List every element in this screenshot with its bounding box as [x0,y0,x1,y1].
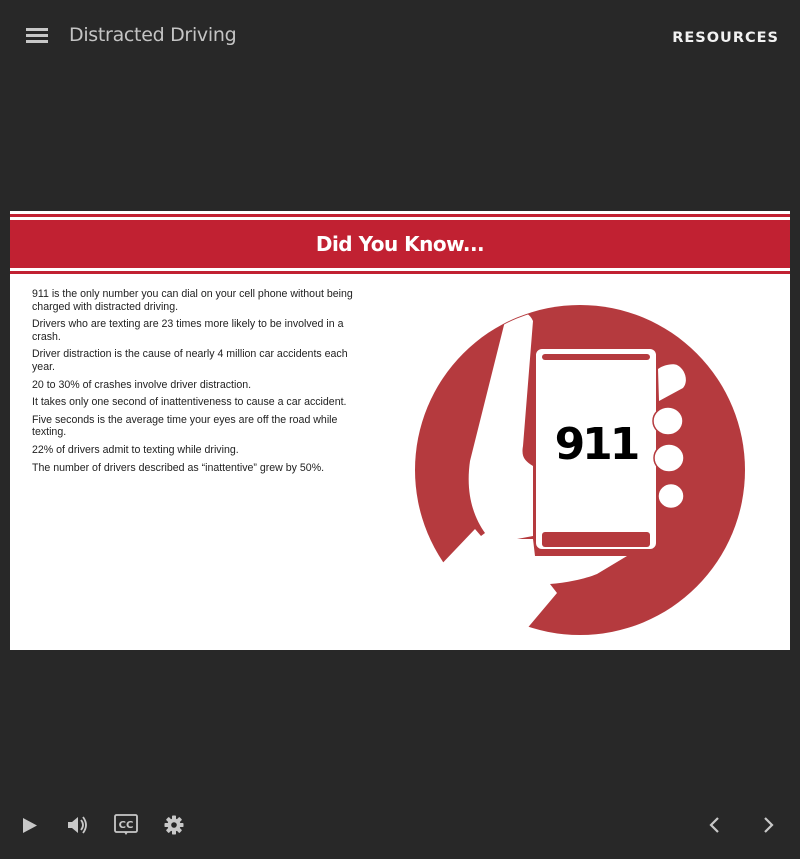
phone-top-bar [542,354,650,360]
fact-item: Driver distraction is the cause of nearl… [32,348,348,373]
fact-item: The number of drivers described as “inat… [32,461,325,474]
fact-item: 22% of drivers admit to texting while dr… [32,443,239,456]
fact-item: Drivers who are texting are 23 times mor… [32,318,344,343]
fact-item: 20 to 30% of crashes involve driver dist… [32,378,252,391]
finger [657,482,685,510]
fact-item: It takes only one second of inattentiven… [32,396,347,409]
fact-item: 911 is the only number you can dial on y… [32,288,353,313]
chevron-left-icon[interactable] [707,816,721,834]
finger [653,443,685,473]
gear-icon[interactable] [164,815,184,835]
hamburger-menu-icon[interactable] [26,28,48,46]
phone-bottom-bar [542,532,650,547]
resources-button[interactable]: RESOURCES [672,30,779,46]
volume-icon[interactable] [67,815,89,835]
player-controls: CC [0,800,800,850]
cc-label: CC [119,820,134,831]
banner-stripe-top [10,214,790,217]
play-icon[interactable] [22,817,38,834]
slide-title: Did You Know... [315,232,485,256]
finger [652,406,684,436]
slide: Did You Know... 911 is the only number y… [10,211,790,650]
phone-911-text: 911 [555,419,638,470]
chevron-right-icon[interactable] [762,816,776,834]
fact-item: Five seconds is the average time your ey… [32,413,338,439]
hand-holding-phone-illustration: 911 [415,305,745,636]
top-bar: Distracted Driving RESOURCES [0,0,800,75]
course-title: Distracted Driving [69,24,237,46]
closed-captions-button[interactable]: CC [114,814,138,836]
facts-list: 911 is the only number you can dial on y… [32,288,367,479]
